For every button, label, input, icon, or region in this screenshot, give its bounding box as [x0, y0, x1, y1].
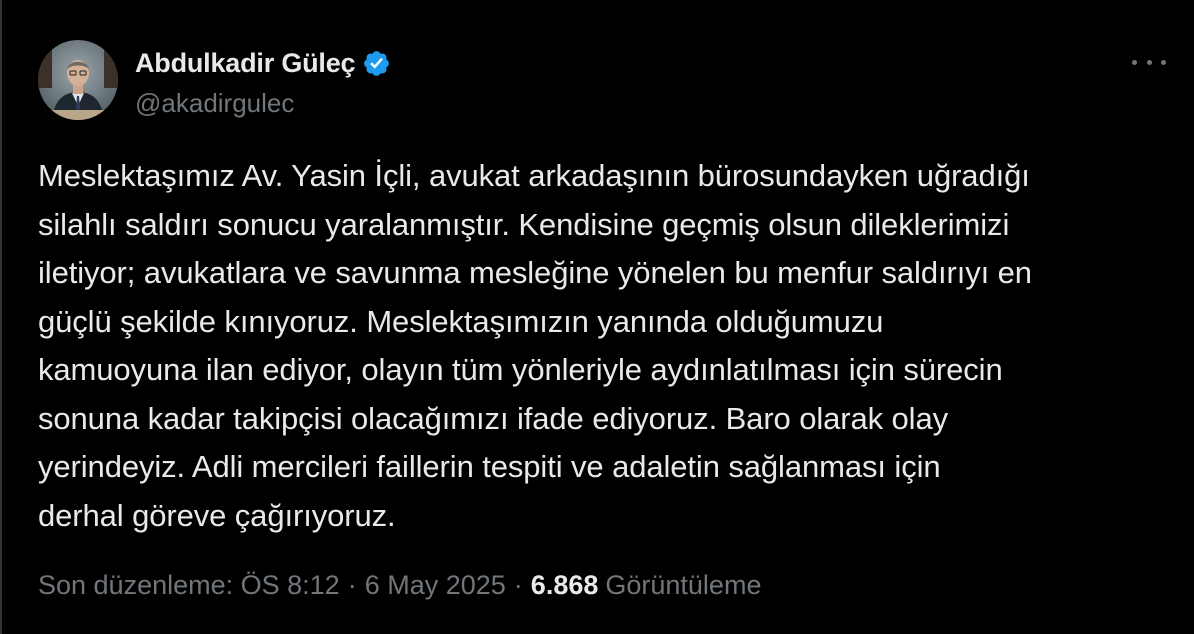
tweet-meta: Son düzenleme: ÖS 8:12 · 6 May 2025 · 6.… — [38, 570, 761, 601]
author-display-name[interactable]: Abdulkadir Güleç — [135, 48, 356, 79]
profile-photo — [38, 40, 118, 120]
author-avatar[interactable] — [38, 40, 118, 120]
more-dot — [1146, 59, 1152, 65]
meta-separator: · — [513, 570, 523, 600]
tweet-text: Meslektaşımız Av. Yasin İçli, avukat ark… — [38, 158, 1032, 533]
author-handle[interactable]: @akadirgulec — [135, 88, 391, 119]
more-dot — [1161, 59, 1166, 65]
tweet-header: Abdulkadir Güleç @akadirgulec — [38, 40, 391, 120]
author-names: Abdulkadir Güleç @akadirgulec — [135, 42, 391, 119]
meta-separator: · — [347, 570, 357, 600]
more-options-icon[interactable] — [1132, 52, 1166, 72]
verified-badge-icon[interactable] — [362, 49, 391, 78]
views-count: 6.868 — [530, 570, 599, 600]
column-divider — [0, 0, 2, 634]
more-dot — [1132, 59, 1137, 65]
tweet-date[interactable]: 6 May 2025 — [365, 570, 506, 601]
name-row: Abdulkadir Güleç — [135, 42, 391, 86]
edited-timestamp[interactable]: Son düzenleme: ÖS 8:12 — [38, 570, 340, 601]
tweet-detail: Abdulkadir Güleç @akadirgulec Meslektaşı… — [0, 0, 1194, 634]
views-label: Görüntüleme — [605, 570, 762, 600]
